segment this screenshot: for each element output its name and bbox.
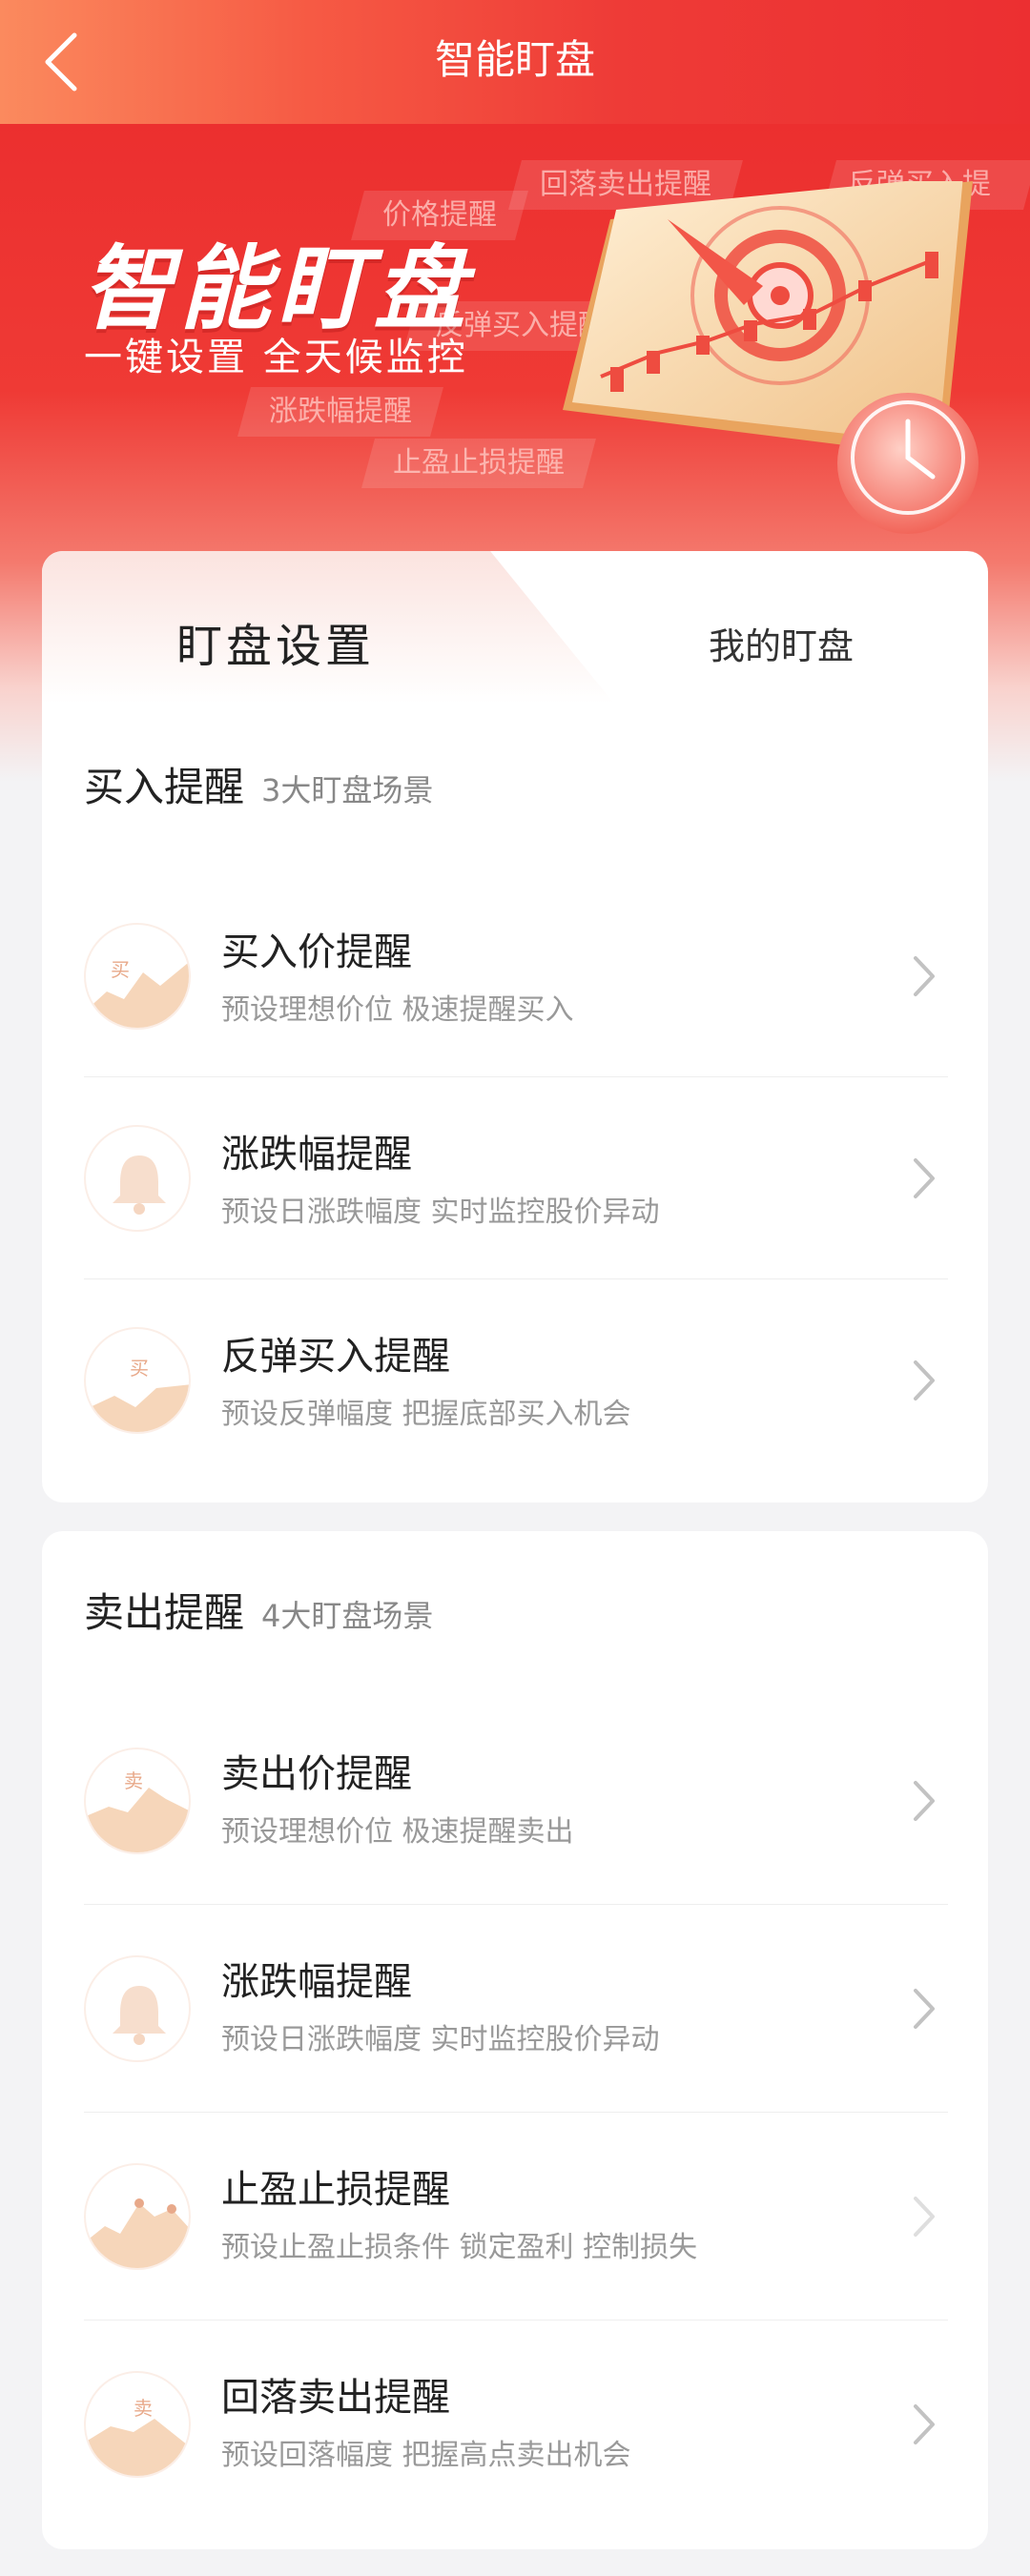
- section-header-sell: 卖出提醒 4大盯盘场景: [84, 1581, 433, 1639]
- item-description: 预设日涨跌幅度 实时监控股价异动: [221, 2023, 660, 2056]
- section-header-buy: 买入提醒 3大盯盘场景: [84, 755, 433, 813]
- smart-watch-page: 智能盯盘 价格提醒 回落卖出提醒 反弹买入提醒 反弹买入提醒 涨跌幅提醒 止盈止…: [0, 0, 1030, 2576]
- sell-price-icon: 卖: [84, 1748, 191, 1854]
- item-title: 卖出价提醒: [221, 1752, 412, 1796]
- bell-icon: [84, 1955, 191, 2062]
- list-item-pullback-sell[interactable]: 卖 回落卖出提醒 预设回落幅度 把握高点卖出机会: [84, 2320, 948, 2528]
- section-title: 卖出提醒: [84, 1589, 245, 1636]
- buy-reminder-card: 盯盘设置 我的盯盘 买入提醒 3大盯盘场景 买 买入价提醒 预设理想价位 极速提…: [42, 551, 988, 1503]
- list-item-change-alert[interactable]: 涨跌幅提醒 预设日涨跌幅度 实时监控股价异动: [84, 1905, 948, 2113]
- list-item-stop-profit-loss[interactable]: 止盈止损提醒 预设止盈止损条件 锁定盈利 控制损失: [84, 2113, 948, 2320]
- tab-watch-settings[interactable]: 盯盘设置: [42, 551, 509, 694]
- icon-glyph: 买: [130, 1357, 149, 1380]
- section-subtitle: 4大盯盘场景: [261, 1598, 434, 1634]
- item-description: 预设回落幅度 把握高点卖出机会: [221, 2439, 631, 2472]
- icon-glyph: 买: [111, 958, 130, 981]
- chevron-right-icon: [914, 1989, 935, 2029]
- hero-banner: 价格提醒 回落卖出提醒 反弹买入提醒 反弹买入提醒 涨跌幅提醒 止盈止损提醒 智…: [0, 124, 1030, 543]
- sell-reminder-card: 卖出提醒 4大盯盘场景 卖 卖出价提醒 预设理想价位 极速提醒卖出 涨跌幅提醒 …: [42, 1531, 988, 2549]
- back-button[interactable]: [42, 19, 128, 105]
- item-title: 涨跌幅提醒: [221, 1133, 412, 1176]
- item-title: 反弹买入提醒: [221, 1335, 450, 1379]
- chevron-left-icon: [45, 32, 77, 92]
- bell-icon: [84, 1125, 191, 1232]
- section-subtitle: 3大盯盘场景: [261, 772, 434, 808]
- icon-glyph: 卖: [134, 2397, 153, 2420]
- pullback-sell-icon: 卖: [84, 2371, 191, 2478]
- buy-price-icon: 买: [84, 923, 191, 1030]
- item-description: 预设理想价位 极速提醒买入: [221, 993, 574, 1027]
- chevron-right-icon: [914, 1360, 935, 1400]
- item-description: 预设反弹幅度 把握底部买入机会: [221, 1398, 631, 1431]
- chevron-right-icon: [914, 1781, 935, 1821]
- monitor-illustration: [563, 181, 978, 534]
- item-title: 止盈止损提醒: [221, 2168, 450, 2212]
- tab-my-watch[interactable]: 我的盯盘: [576, 551, 986, 694]
- chevron-right-icon: [914, 2404, 935, 2444]
- chevron-right-icon: [914, 956, 935, 996]
- rebound-buy-icon: 买: [84, 1327, 191, 1434]
- item-title: 买入价提醒: [221, 930, 412, 974]
- banner-subtitle: 一键设置 全天候监控: [84, 336, 468, 379]
- list-item-sell-price[interactable]: 卖 卖出价提醒 预设理想价位 极速提醒卖出: [84, 1697, 948, 1905]
- item-description: 预设理想价位 极速提醒卖出: [221, 1815, 574, 1849]
- list-item-change-alert[interactable]: 涨跌幅提醒 预设日涨跌幅度 实时监控股价异动: [84, 1077, 948, 1279]
- chevron-right-icon: [914, 1158, 935, 1198]
- stop-profit-loss-icon: [84, 2163, 191, 2270]
- icon-glyph: 卖: [124, 1769, 143, 1792]
- list-item-buy-price[interactable]: 买 买入价提醒 预设理想价位 极速提醒买入: [84, 875, 948, 1077]
- item-description: 预设日涨跌幅度 实时监控股价异动: [221, 1196, 660, 1229]
- tab-bar: 盯盘设置 我的盯盘: [42, 551, 988, 704]
- section-title: 买入提醒: [84, 764, 245, 810]
- page-title: 智能盯盘: [434, 36, 595, 83]
- list-item-rebound-buy[interactable]: 买 反弹买入提醒 预设反弹幅度 把握底部买入机会: [84, 1279, 948, 1482]
- banner-tag: 涨跌幅提醒: [237, 387, 443, 437]
- item-title: 回落卖出提醒: [221, 2376, 450, 2420]
- item-title: 涨跌幅提醒: [221, 1960, 412, 2004]
- item-description: 预设止盈止损条件 锁定盈利 控制损失: [221, 2231, 698, 2264]
- chevron-right-icon: [914, 2197, 935, 2237]
